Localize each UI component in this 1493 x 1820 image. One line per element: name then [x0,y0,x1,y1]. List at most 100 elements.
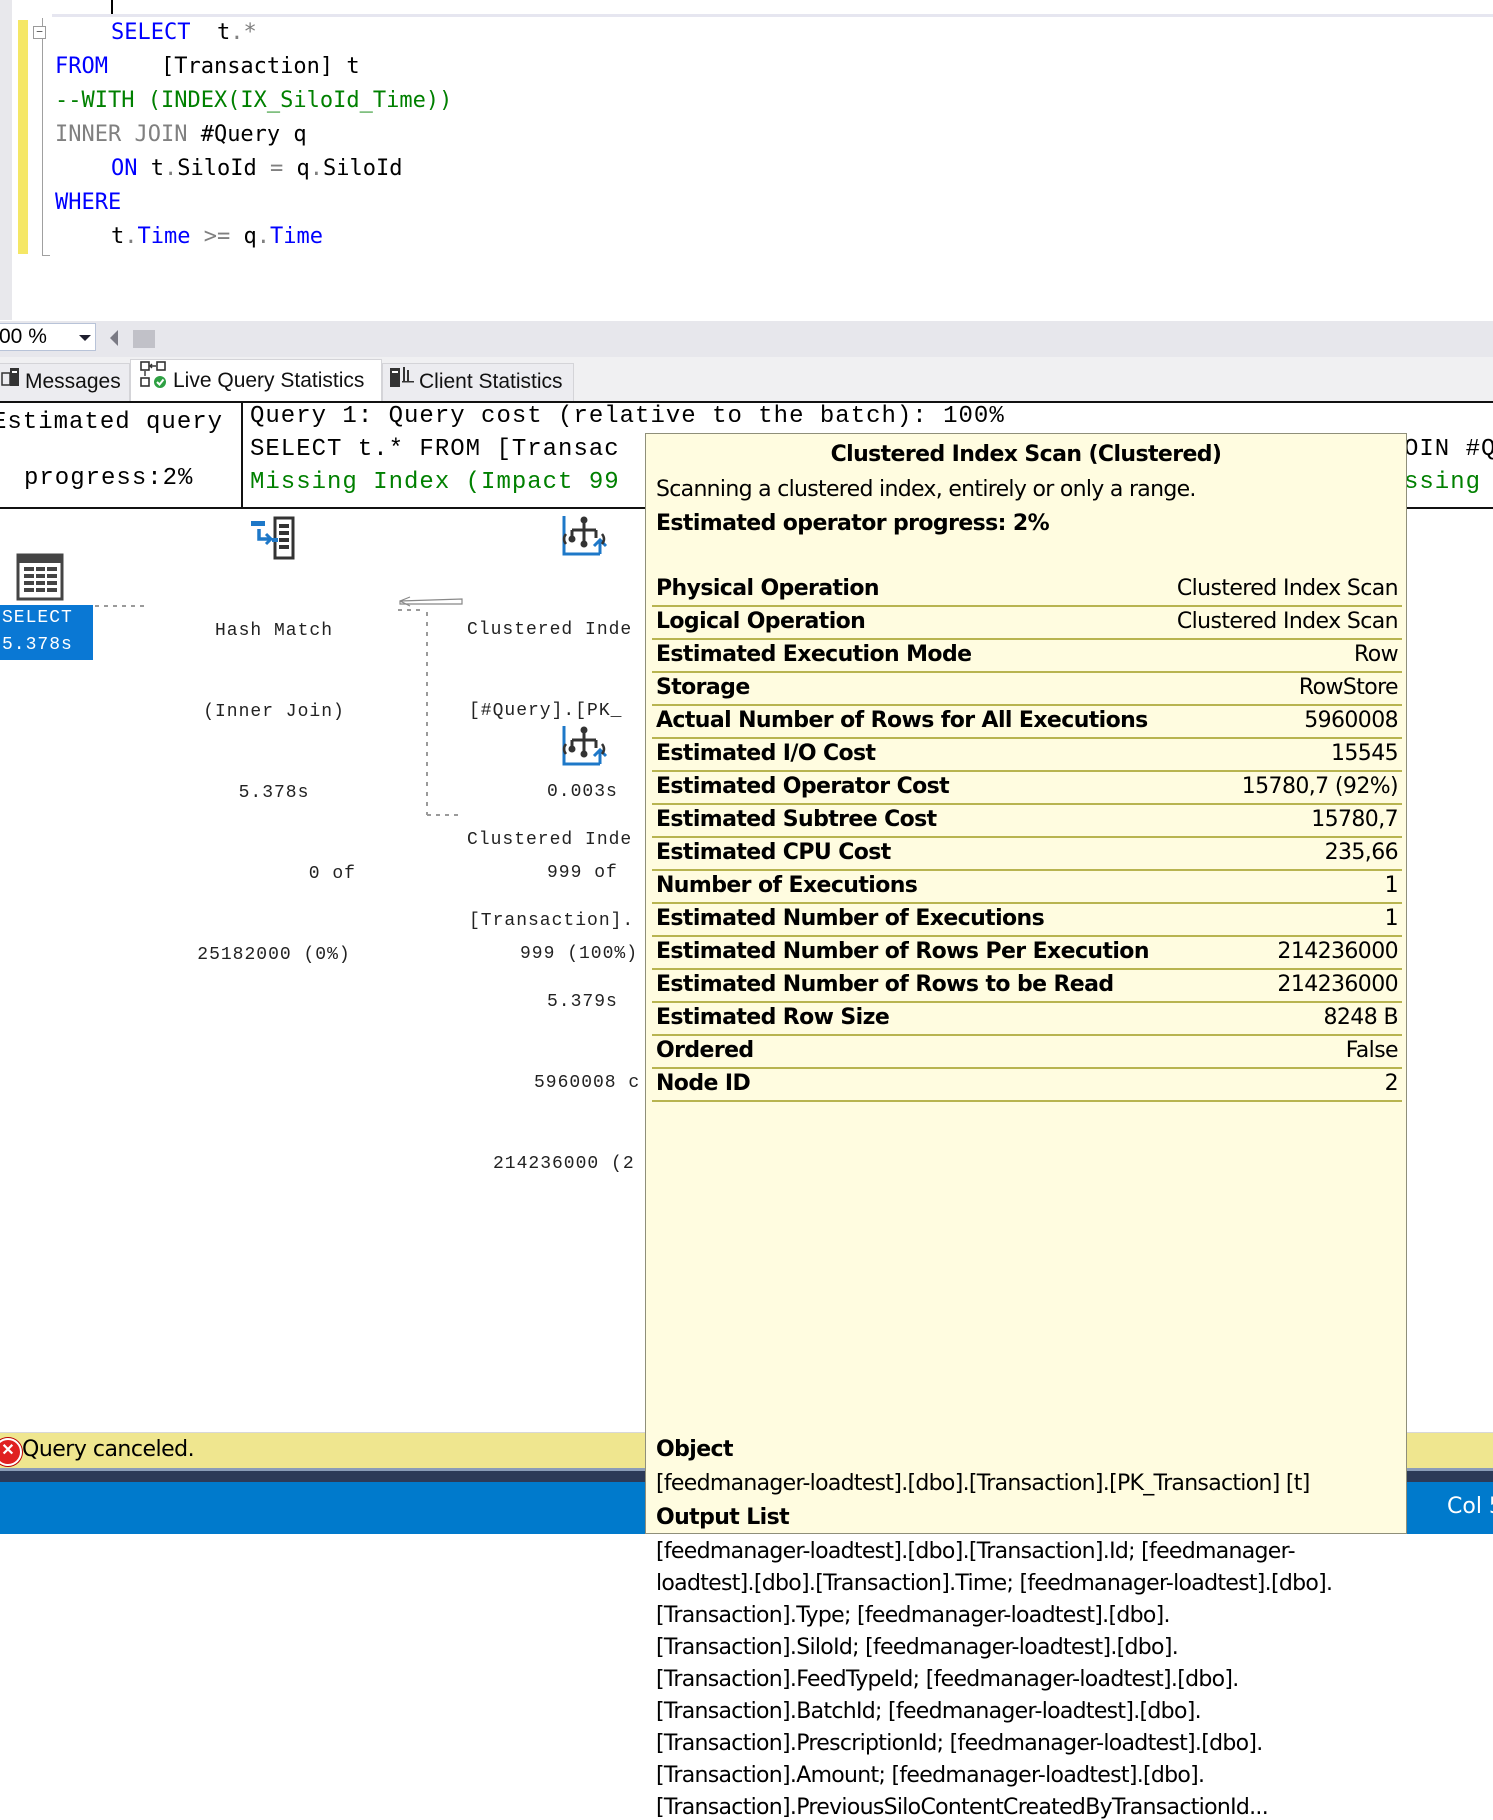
clustered-index-scan-transaction-node[interactable]: Clustered Inde [Transaction]. 5.379s 596… [462,773,652,1205]
node-elapsed-time: 5.379s [547,992,618,1012]
property-row: Estimated Number of Rows to be Read 21423… [652,970,1402,1003]
tab-live-query-statistics-label: Live Query Statistics [173,369,365,393]
output-list-line: [Transaction].PreviousSiloContentCreated… [656,1795,1269,1820]
property-name: Estimated Number of Executions [656,906,1045,931]
editor-gutter [0,0,12,320]
sql-keyword: SELECT [111,20,191,45]
property-value: 5960008 [1304,708,1398,733]
tab-messages[interactable]: Messages [0,363,130,401]
output-list-line: [feedmanager-loadtest].[dbo].[Transactio… [656,1539,1296,1564]
tab-messages-label: Messages [25,370,121,393]
property-value: 15780,7 [1311,807,1398,832]
output-list-line: [Transaction].FeedTypeId; [feedmanager-l… [656,1667,1239,1692]
current-line-highlight [52,0,1493,17]
property-row: Estimated Row Size 8248 B [652,1003,1402,1036]
missing-index-hint-overflow[interactable]: ssing [1404,469,1481,496]
object-heading: Object [656,1437,733,1462]
sql-token: >= [203,224,231,249]
property-row: Estimated CPU Cost 235,66 [652,838,1402,871]
select-node[interactable]: SELECT 5.378s [0,605,93,660]
sql-token: q [283,156,310,181]
hash-match-node[interactable]: Hash Match (Inner Join) 5.378s 0 of 2518… [150,564,398,996]
scroll-left-icon[interactable] [110,330,118,346]
tooltip-description: Scanning a clustered index, entirely or … [656,477,1196,502]
property-value: 214236000 [1277,972,1398,997]
collapse-toggle-icon[interactable]: − [33,26,46,39]
property-value: 1 [1384,906,1399,931]
code-line[interactable]: WHERE [55,186,121,220]
sql-keyword: ON [111,156,138,181]
zoom-level-select[interactable]: 00 % [0,323,96,351]
sql-token: . [164,156,178,181]
tab-live-query-statistics[interactable]: Live Query Statistics [130,359,382,401]
property-row: Estimated Operator Cost 15780,7 (92%) [652,772,1402,805]
select-node-time: 5.378s [2,635,73,655]
property-value: 15780,7 (92%) [1241,774,1399,799]
sql-keyword: Time [137,224,191,249]
property-name: Physical Operation [656,576,880,601]
select-node-icon[interactable] [16,553,64,606]
editor-zoom-bar: 00 % [0,321,1493,357]
property-row: Estimated Number of Rows Per Execution 21… [652,937,1402,970]
hash-match-icon[interactable] [249,515,299,566]
clustered-index-scan-icon[interactable] [560,512,610,565]
property-row: Number of Executions 1 [652,871,1402,904]
sql-token: t [190,20,231,45]
output-list-line: [Transaction].BatchId; [feedmanager-load… [656,1699,1202,1724]
property-row: Estimated I/O Cost 15545 [652,739,1402,772]
query-progress-value: progress:2% [24,465,194,492]
query-editor[interactable]: − SELECT t.* FROM [Transaction] t --WITH (… [0,0,1493,320]
sql-keyword: WHERE [55,190,122,215]
query-cost-header: Query 1: Query cost (relative to the bat… [250,403,1005,430]
property-row: Storage RowStore [652,673,1402,706]
clustered-index-scan-icon[interactable] [560,722,610,775]
code-line[interactable]: SELECT t.* [111,16,257,50]
property-row: Estimated Number of Executions 1 [652,904,1402,937]
output-list-line: [Transaction].Amount; [feedmanager-loadt… [656,1763,1205,1788]
tab-client-statistics[interactable]: Client Statistics [382,363,574,401]
node-rows-actual: 5960008 c [534,1073,641,1093]
property-row: Estimated Subtree Cost 15780,7 [652,805,1402,838]
chevron-down-icon[interactable] [79,335,91,341]
property-name: Estimated Number of Rows Per Execution [656,939,1149,964]
operator-progress: Estimated operator progress: 2% [656,511,1050,536]
change-indicator-bar [18,20,28,254]
code-line[interactable]: INNER JOIN #Query q [55,118,307,152]
sql-token: . [256,224,270,249]
outline-line [42,18,43,256]
output-list-line: [Transaction].Type; [feedmanager-loadtes… [656,1603,1171,1628]
messages-icon [1,364,21,400]
code-line[interactable]: ON t.SiloId = q.SiloId [111,152,402,186]
property-row: Ordered False [652,1036,1402,1069]
property-row: Actual Number of Rows for All Executions… [652,706,1402,739]
property-name: Ordered [656,1038,754,1063]
horizontal-scrollbar-thumb[interactable] [133,330,155,348]
error-icon: ✕ [0,1438,22,1466]
sql-token: t [137,156,164,181]
property-value: 235,66 [1324,840,1399,865]
property-value: 1 [1384,873,1399,898]
missing-index-hint[interactable]: Missing Index (Impact 99 [250,469,620,496]
data-flow-arrow [399,598,463,605]
code-line[interactable]: t.Time >= q.Time [111,220,323,254]
sql-keyword: Time [269,224,323,249]
node-object-name: [#Query].[PK_ [469,701,623,721]
sql-comment: --WITH (INDEX(IX_SiloId_Time)) [55,88,453,113]
property-name: Number of Executions [656,873,918,898]
sql-token: * [243,20,257,45]
sql-token: . [124,224,138,249]
code-line[interactable]: FROM [Transaction] t [55,50,360,84]
sql-token: SiloId [177,156,270,181]
property-name: Estimated Number of Rows to be Read [656,972,1114,997]
sql-token: INNER JOIN [55,122,188,147]
property-value: 2 [1384,1071,1399,1096]
code-line[interactable]: --WITH (INDEX(IX_SiloId_Time)) [55,84,452,118]
property-name: Estimated I/O Cost [656,741,876,766]
property-row: Logical Operation Clustered Index Scan [652,607,1402,640]
node-operator-type: (Inner Join) [203,702,345,722]
status-message: Query canceled. [22,1437,195,1462]
property-value: 15545 [1331,741,1399,766]
operator-properties-tooltip: Clustered Index Scan (Clustered) Scannin… [645,433,1407,1820]
client-statistics-icon [389,364,415,400]
property-value: RowStore [1298,675,1399,700]
